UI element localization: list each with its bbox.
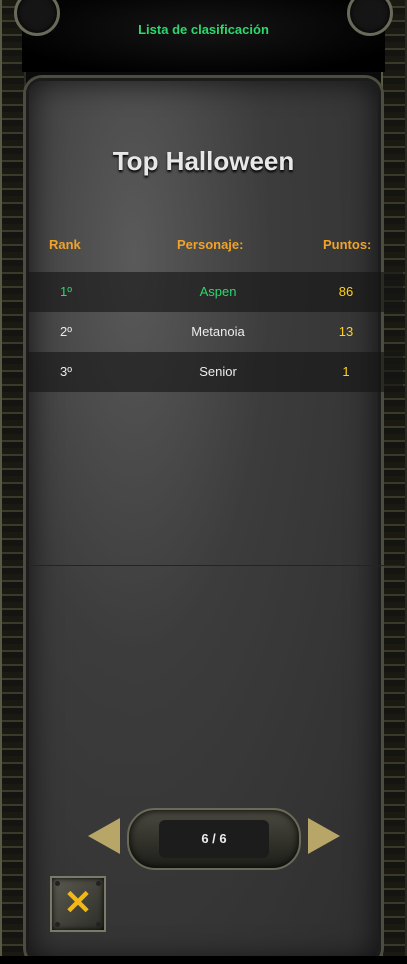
table-row: 2º Metanoia 13 [28,312,403,352]
column-header-rank: Rank [49,237,81,252]
page-indicator: 6 / 6 [127,808,301,870]
close-icon: ✕ [63,884,93,922]
close-button[interactable]: ✕ [50,876,106,932]
points-cell: 13 [338,324,354,339]
frame-left-border [0,0,26,964]
name-cell: Aspen [199,284,237,299]
prev-page-arrow-icon[interactable] [88,818,120,854]
points-cell: 86 [338,284,354,299]
window-frame: Lista de clasificación Top Halloween Ran… [0,0,407,964]
column-header-name: Personaje: [177,237,244,252]
frame-bottom-border [0,956,407,964]
table-row: 1º Aspen 86 [28,272,403,312]
table-row: 3º Senior 1 [28,352,403,392]
rank-cell: 3º [60,364,72,379]
points-cell: 1 [342,364,350,379]
next-page-arrow-icon[interactable] [308,818,340,854]
window-header: Lista de clasificación [14,0,393,72]
rank-cell: 1º [60,284,72,299]
page-indicator-text: 6 / 6 [159,820,269,858]
name-cell: Senior [199,364,237,379]
frame-right-border [381,0,407,964]
column-header-points: Puntos: [323,237,372,252]
name-cell: Metanoia [191,324,245,339]
window-title: Lista de clasificación [138,22,269,37]
divider [28,565,401,566]
rank-cell: 2º [60,324,72,339]
ranking-heading: Top Halloween [112,146,295,176]
